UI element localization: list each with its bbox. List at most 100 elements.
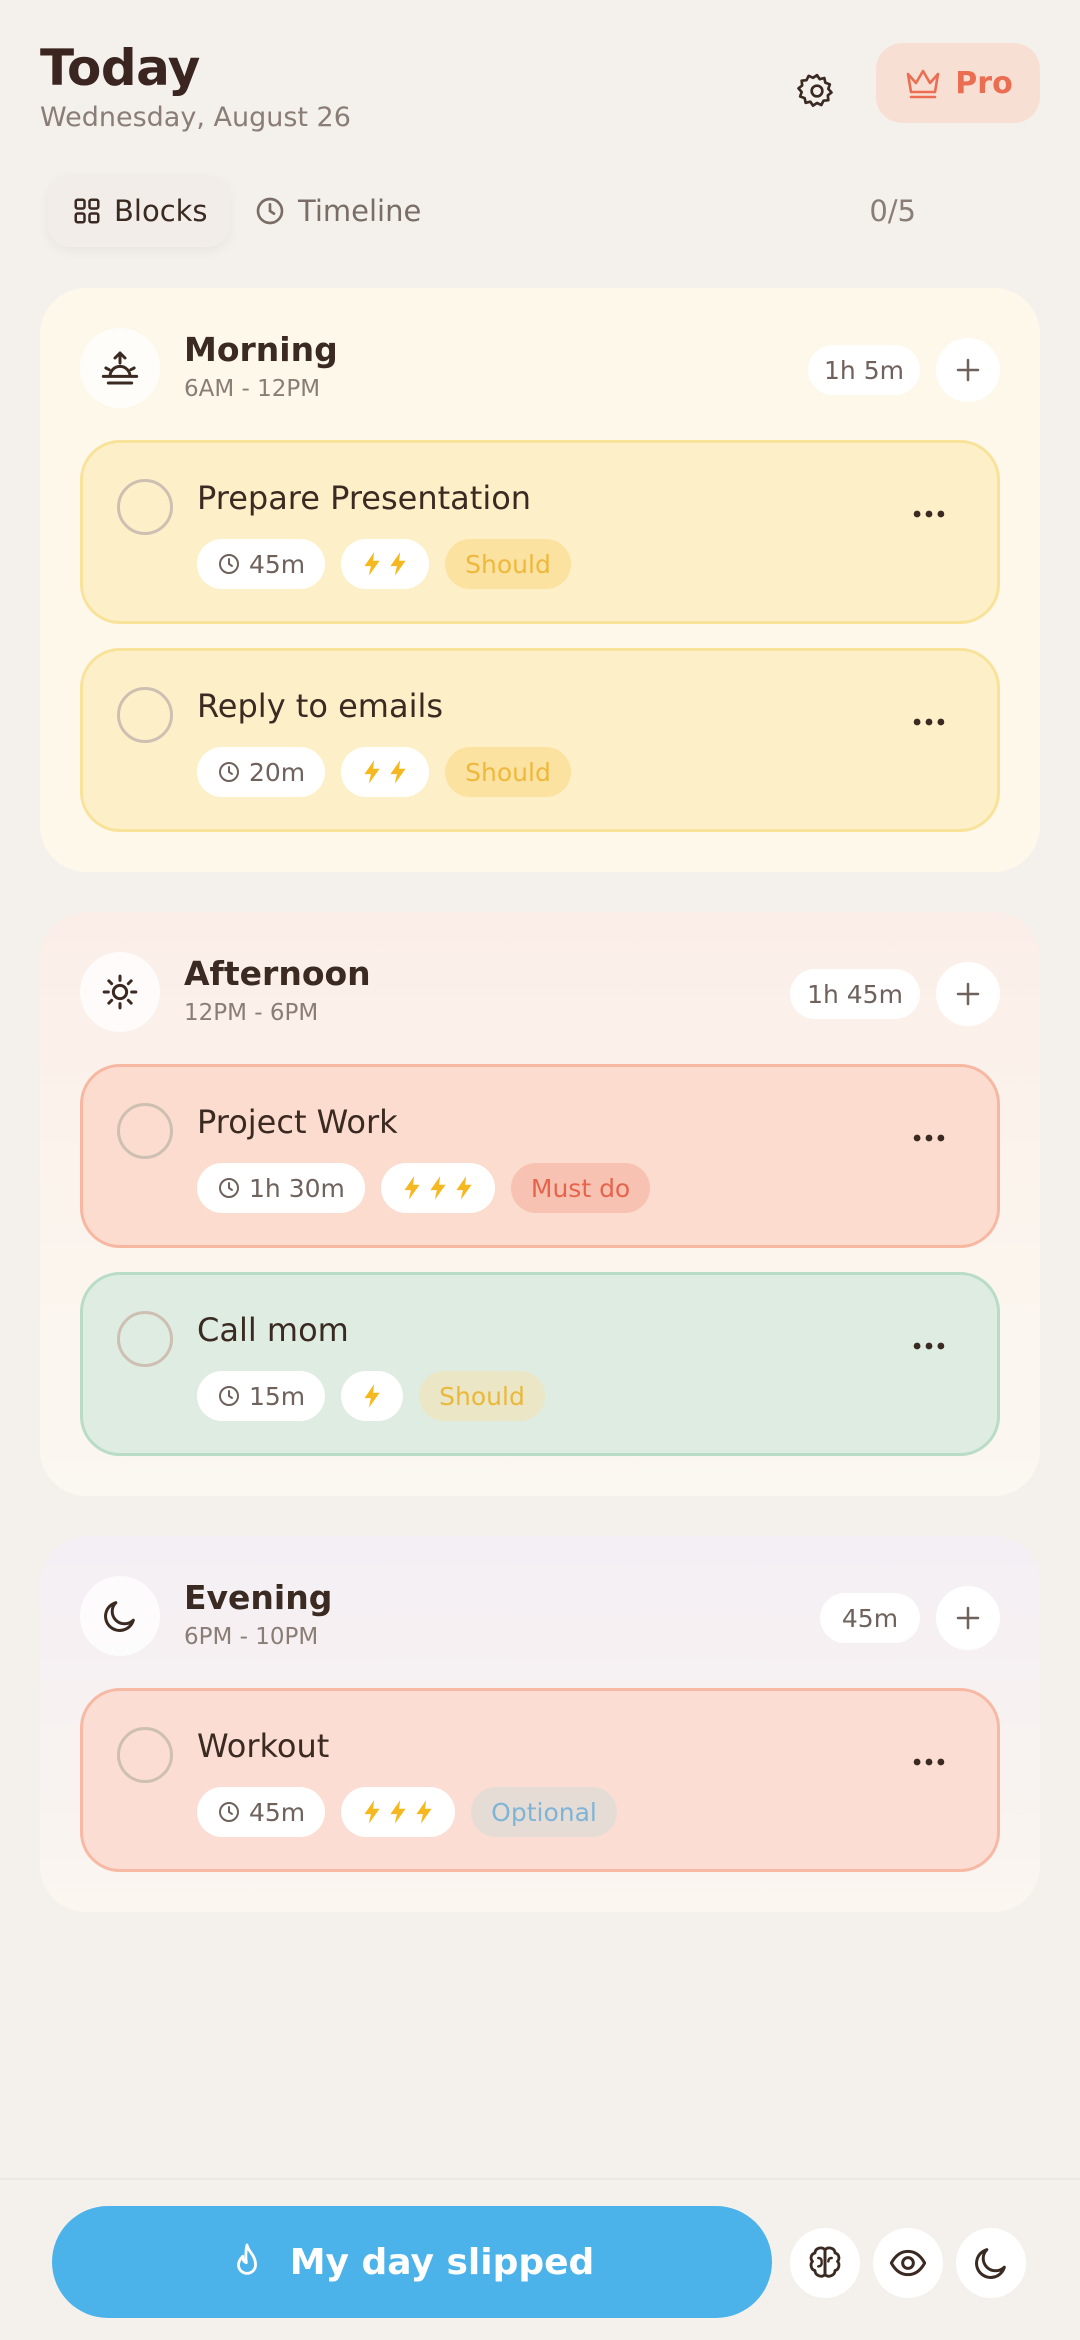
block-header: Evening 6PM - 10PM 45m — [80, 1576, 1000, 1656]
add-task-button[interactable] — [936, 1586, 1000, 1650]
block-evening: Evening 6PM - 10PM 45m Workout 45m Optio… — [40, 1536, 1040, 1912]
bolt-icon — [387, 1799, 409, 1825]
more-icon — [912, 1133, 946, 1143]
task-duration: 45m — [249, 549, 306, 579]
tab-timeline[interactable]: Timeline — [254, 175, 421, 247]
more-icon — [912, 1341, 946, 1351]
sunrise-icon — [80, 328, 160, 408]
add-task-button[interactable] — [936, 338, 1000, 402]
task-title: Reply to emails — [197, 687, 444, 725]
task-checkbox[interactable] — [117, 1103, 173, 1159]
more-options-button[interactable] — [905, 499, 953, 529]
pro-button[interactable]: Pro — [876, 43, 1040, 123]
clock-icon — [217, 1800, 241, 1824]
plus-icon — [953, 979, 983, 1009]
task-card[interactable]: Workout 45m Optional — [80, 1688, 1000, 1872]
bolt-icon — [453, 1175, 475, 1201]
brain-icon — [809, 2246, 841, 2278]
task-card[interactable]: Call mom 15m Should — [80, 1272, 1000, 1456]
bolt-icon — [361, 551, 383, 577]
tab-blocks-label: Blocks — [114, 194, 208, 228]
block-header: Afternoon 12PM - 6PM 1h 45m — [80, 952, 1000, 1032]
task-title: Prepare Presentation — [197, 479, 532, 517]
tab-timeline-label: Timeline — [298, 194, 422, 228]
flame-icon — [236, 2243, 257, 2275]
task-title: Call mom — [197, 1311, 349, 1349]
energy-chip — [341, 1787, 456, 1837]
task-meta: 20m Should — [197, 747, 571, 797]
task-meta: 15m Should — [197, 1371, 545, 1421]
bottom-bar: My day slipped — [0, 2178, 1080, 2340]
sun-icon — [80, 952, 160, 1032]
moon-icon — [80, 1576, 160, 1656]
block-duration: 1h 5m — [808, 345, 920, 395]
completed-count: 0/5 — [869, 194, 916, 228]
pro-label: Pro — [955, 65, 1013, 101]
task-meta: 45m Should — [197, 539, 571, 589]
block-morning: Morning 6AM - 12PM 1h 5m Prepare Present… — [40, 288, 1040, 872]
plus-icon — [953, 355, 983, 385]
gear-icon — [797, 73, 833, 107]
more-options-button[interactable] — [905, 1747, 953, 1777]
block-header: Morning 6AM - 12PM 1h 5m — [80, 328, 1000, 408]
task-checkbox[interactable] — [117, 1727, 173, 1783]
eye-icon — [889, 2249, 927, 2277]
bolt-icon — [413, 1799, 435, 1825]
task-duration: 45m — [249, 1797, 306, 1827]
more-options-button[interactable] — [905, 707, 953, 737]
task-card[interactable]: Reply to emails 20m Should — [80, 648, 1000, 832]
task-duration: 1h 30m — [249, 1173, 345, 1203]
energy-chip — [380, 1163, 495, 1213]
task-checkbox[interactable] — [117, 687, 173, 743]
plus-icon — [953, 1603, 983, 1633]
settings-button[interactable] — [784, 58, 850, 124]
block-afternoon: Afternoon 12PM - 6PM 1h 45m Project Work… — [40, 912, 1040, 1496]
bolt-icon — [427, 1175, 449, 1201]
energy-chip — [341, 747, 430, 797]
view-tabs: Blocks Timeline 0/5 — [48, 175, 1040, 247]
block-name: Evening — [184, 1578, 333, 1617]
energy-chip — [341, 1371, 404, 1421]
task-card[interactable]: Prepare Presentation 45m Should — [80, 440, 1000, 624]
clock-icon — [217, 760, 241, 784]
priority-tag: Must do — [510, 1163, 651, 1213]
more-icon — [912, 717, 946, 727]
moon-icon — [975, 2248, 1006, 2279]
duration-chip: 1h 30m — [197, 1163, 365, 1213]
energy-chip — [341, 539, 430, 589]
tab-blocks[interactable]: Blocks — [48, 175, 230, 247]
more-icon — [912, 1757, 946, 1767]
task-title: Workout — [197, 1727, 330, 1765]
task-title: Project Work — [197, 1103, 398, 1141]
block-time-range: 6PM - 10PM — [184, 1624, 319, 1650]
priority-tag: Should — [419, 1371, 545, 1421]
task-checkbox[interactable] — [117, 1311, 173, 1367]
add-task-button[interactable] — [936, 962, 1000, 1026]
eye-button[interactable] — [873, 2228, 943, 2298]
dark-mode-button[interactable] — [956, 2228, 1026, 2298]
task-duration: 20m — [249, 757, 306, 787]
block-name: Afternoon — [184, 954, 371, 993]
bolt-icon — [387, 759, 409, 785]
clock-icon — [217, 1384, 241, 1408]
block-duration: 45m — [820, 1593, 920, 1643]
more-options-button[interactable] — [905, 1331, 953, 1361]
brain-button[interactable] — [790, 2228, 860, 2298]
duration-chip: 45m — [197, 1787, 326, 1837]
day-slipped-button[interactable]: My day slipped — [52, 2206, 772, 2318]
task-checkbox[interactable] — [117, 479, 173, 535]
block-name: Morning — [184, 330, 338, 369]
bolt-icon — [361, 1383, 383, 1409]
task-meta: 45m Optional — [197, 1787, 617, 1837]
bolt-icon — [361, 1799, 383, 1825]
task-meta: 1h 30m Must do — [197, 1163, 651, 1213]
block-time-range: 12PM - 6PM — [184, 1000, 319, 1026]
more-options-button[interactable] — [905, 1123, 953, 1153]
task-card[interactable]: Project Work 1h 30m Must do — [80, 1064, 1000, 1248]
more-icon — [912, 509, 946, 519]
task-duration: 15m — [249, 1381, 306, 1411]
bolt-icon — [401, 1175, 423, 1201]
header: Today Wednesday, August 26 Pro — [40, 38, 1040, 138]
block-time-range: 6AM - 12PM — [184, 376, 321, 402]
duration-chip: 45m — [197, 539, 326, 589]
